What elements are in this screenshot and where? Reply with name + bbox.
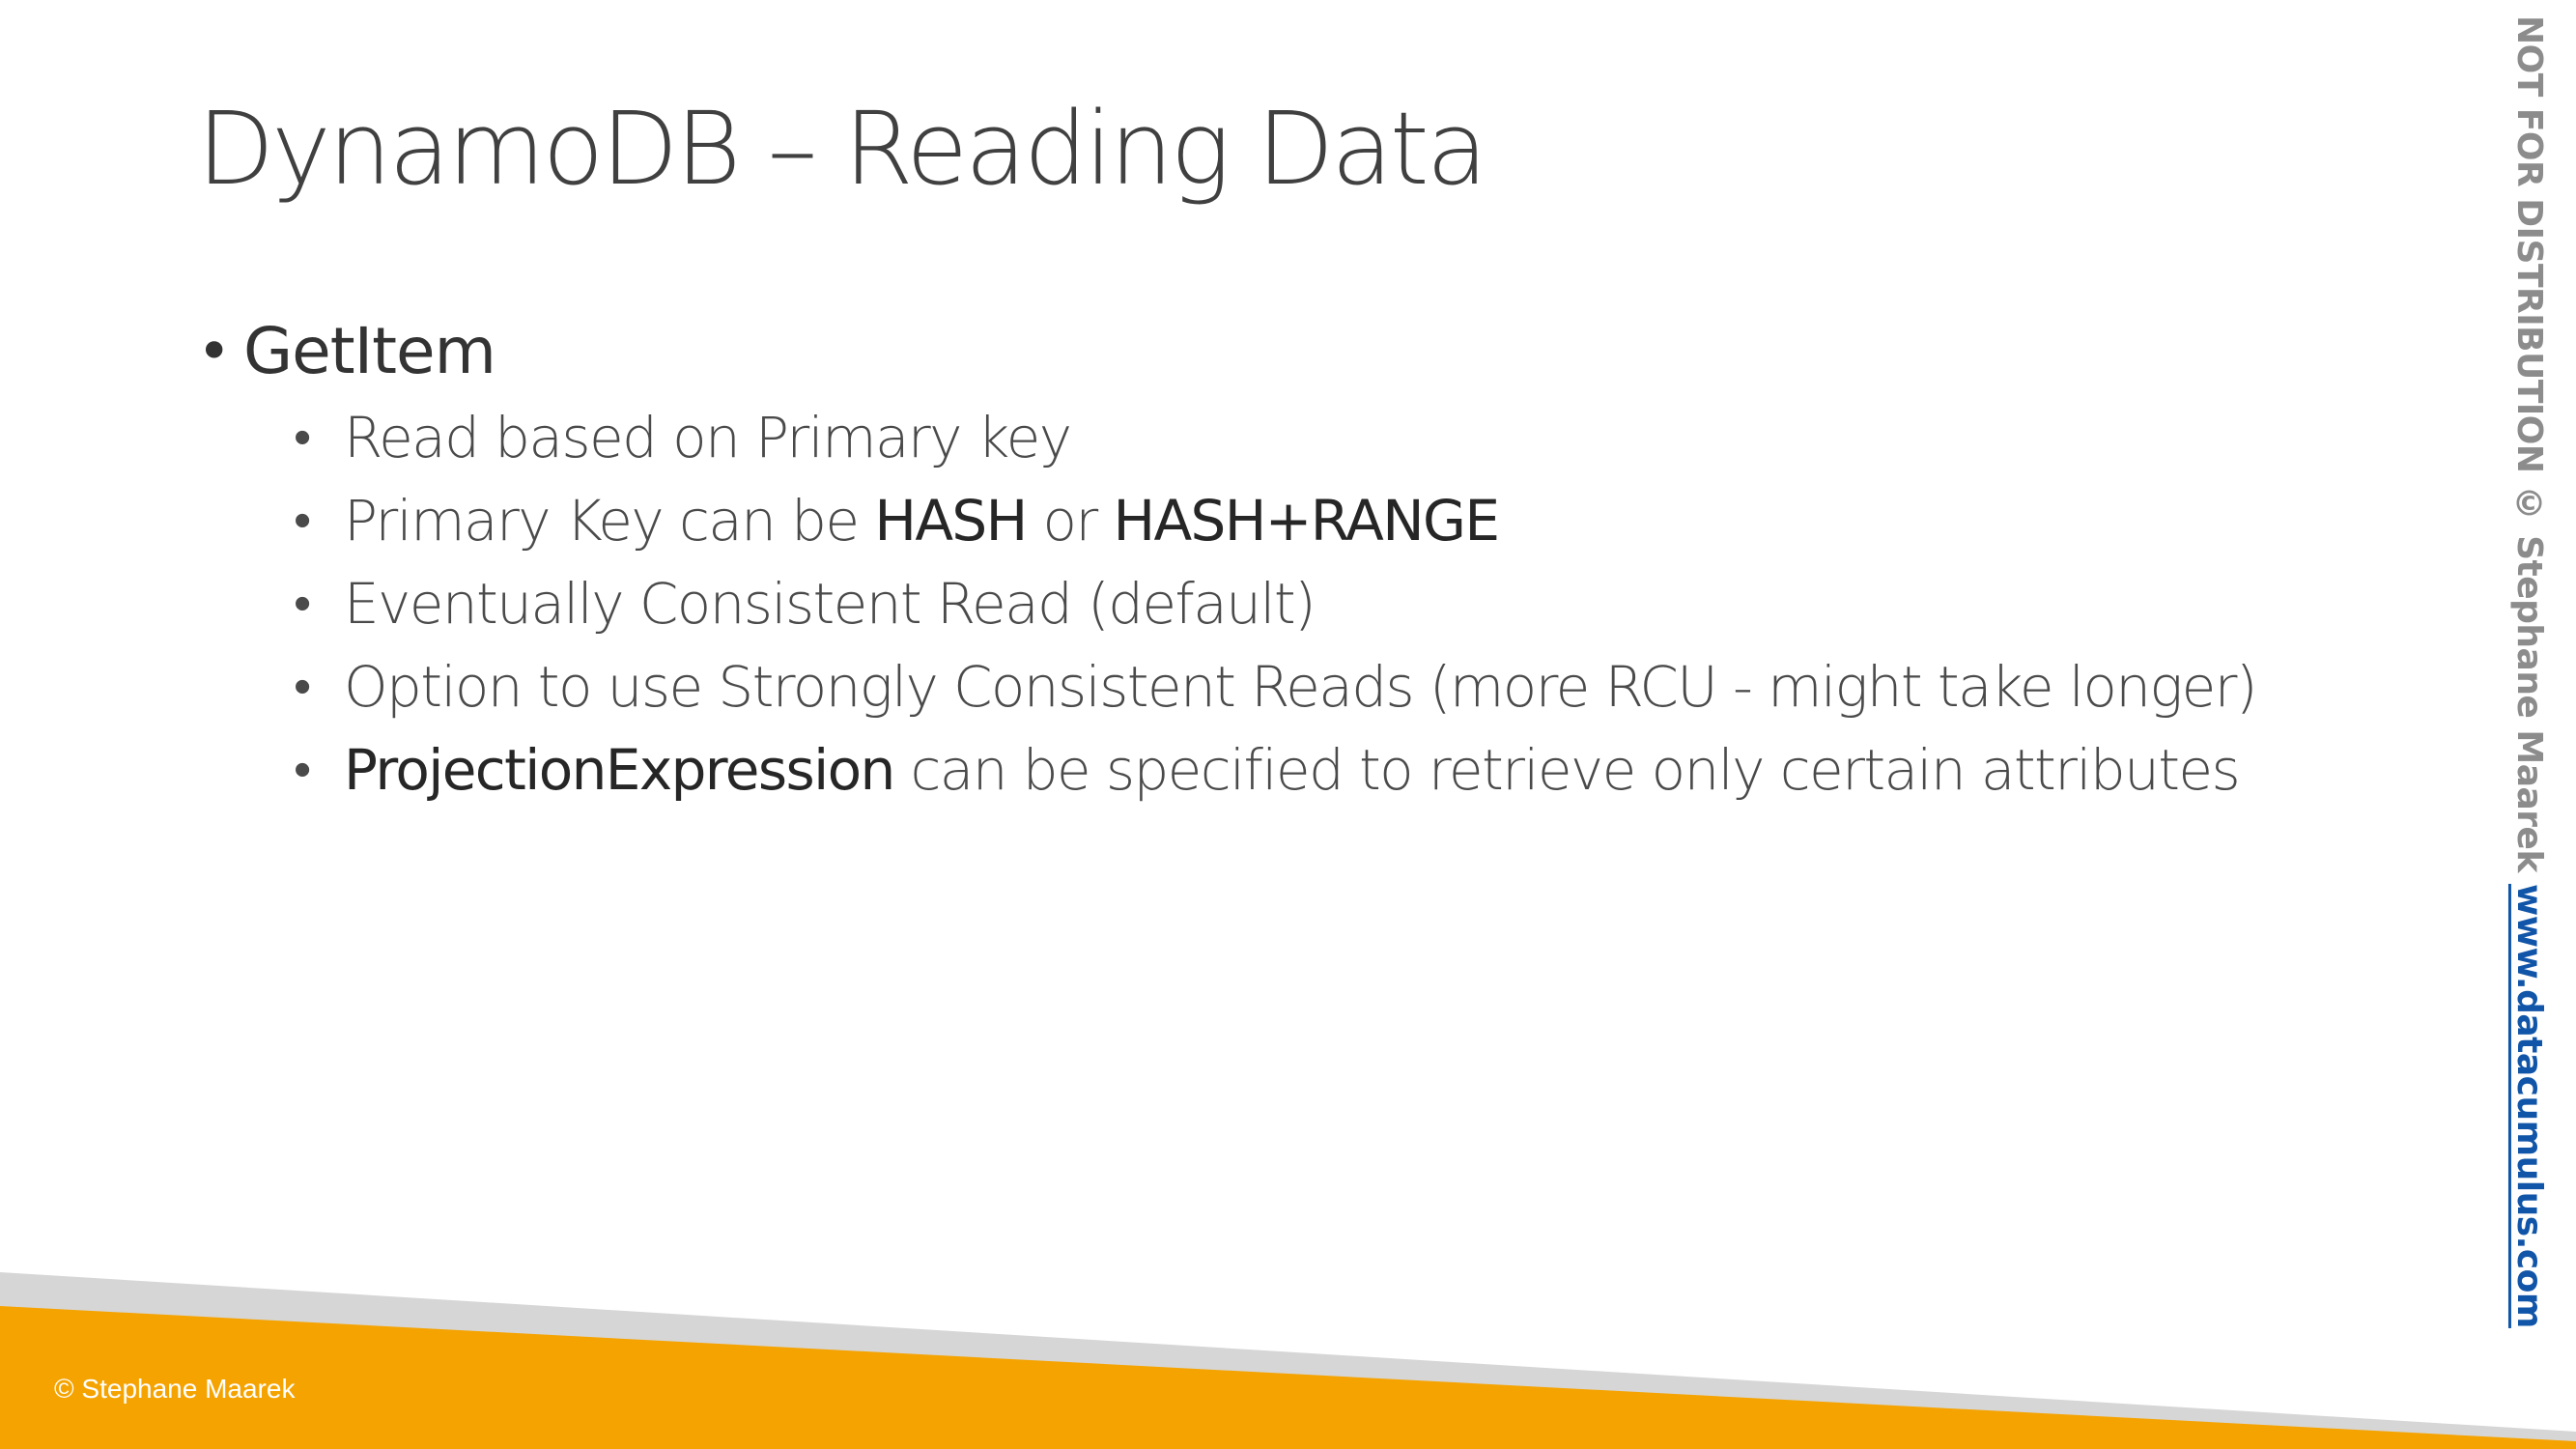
- sub-bullet-text: Eventually Consistent Read (default): [344, 571, 1316, 637]
- sub-bullet-text: or: [1026, 488, 1114, 554]
- sub-bullet: • Read based on Primary key: [294, 396, 2399, 479]
- bullet-dot: •: [294, 741, 311, 799]
- bullet-list: • GetItem • Read based on Primary key • Pri…: [197, 307, 2399, 811]
- main-bullet-label: GetItem: [243, 314, 496, 388]
- sub-bullet-text: Option to use Strongly Consistent Reads …: [344, 654, 2258, 720]
- side-watermark: NOT FOR DISTRIBUTION © Stephane Maarek w…: [2509, 15, 2549, 1406]
- footer-orange-band: [0, 1306, 2576, 1449]
- bullet-dot: •: [294, 575, 311, 633]
- bullet-dot: •: [294, 658, 311, 716]
- emphasized-term: HASH+RANGE: [1113, 488, 1500, 554]
- sub-bullet-text: can be specified to retrieve only certai…: [893, 737, 2240, 803]
- emphasized-term: HASH: [874, 488, 1028, 554]
- sub-bullet: • Primary Key can be HASH or HASH+RANGE: [294, 479, 2399, 562]
- sub-bullet-text: Read based on Primary key: [344, 405, 1072, 470]
- sub-bullet-text: Primary Key can be: [344, 488, 875, 554]
- footer-credit: © Stephane Maarek: [54, 1374, 296, 1404]
- distribution-notice: NOT FOR DISTRIBUTION © Stephane Maarek: [2509, 15, 2549, 884]
- sub-bullet-list: • Read based on Primary key • Primary Key c…: [294, 396, 2399, 811]
- bullet-dot: •: [197, 318, 231, 385]
- sub-bullet: • Eventually Consistent Read (default): [294, 562, 2399, 645]
- footer-band: [0, 1272, 2576, 1449]
- website-link[interactable]: www.datacumulus.com: [2509, 884, 2549, 1328]
- slide-title: DynamoDB – Reading Data: [197, 90, 1487, 208]
- bullet-dot: •: [294, 409, 311, 467]
- sub-bullet: • ProjectionExpression can be specified t…: [294, 728, 2399, 811]
- sub-bullet: • Option to use Strongly Consistent Reads…: [294, 645, 2399, 728]
- emphasized-term: ProjectionExpression: [344, 737, 895, 803]
- main-bullet: • GetItem: [197, 307, 2399, 396]
- bullet-dot: •: [294, 492, 311, 550]
